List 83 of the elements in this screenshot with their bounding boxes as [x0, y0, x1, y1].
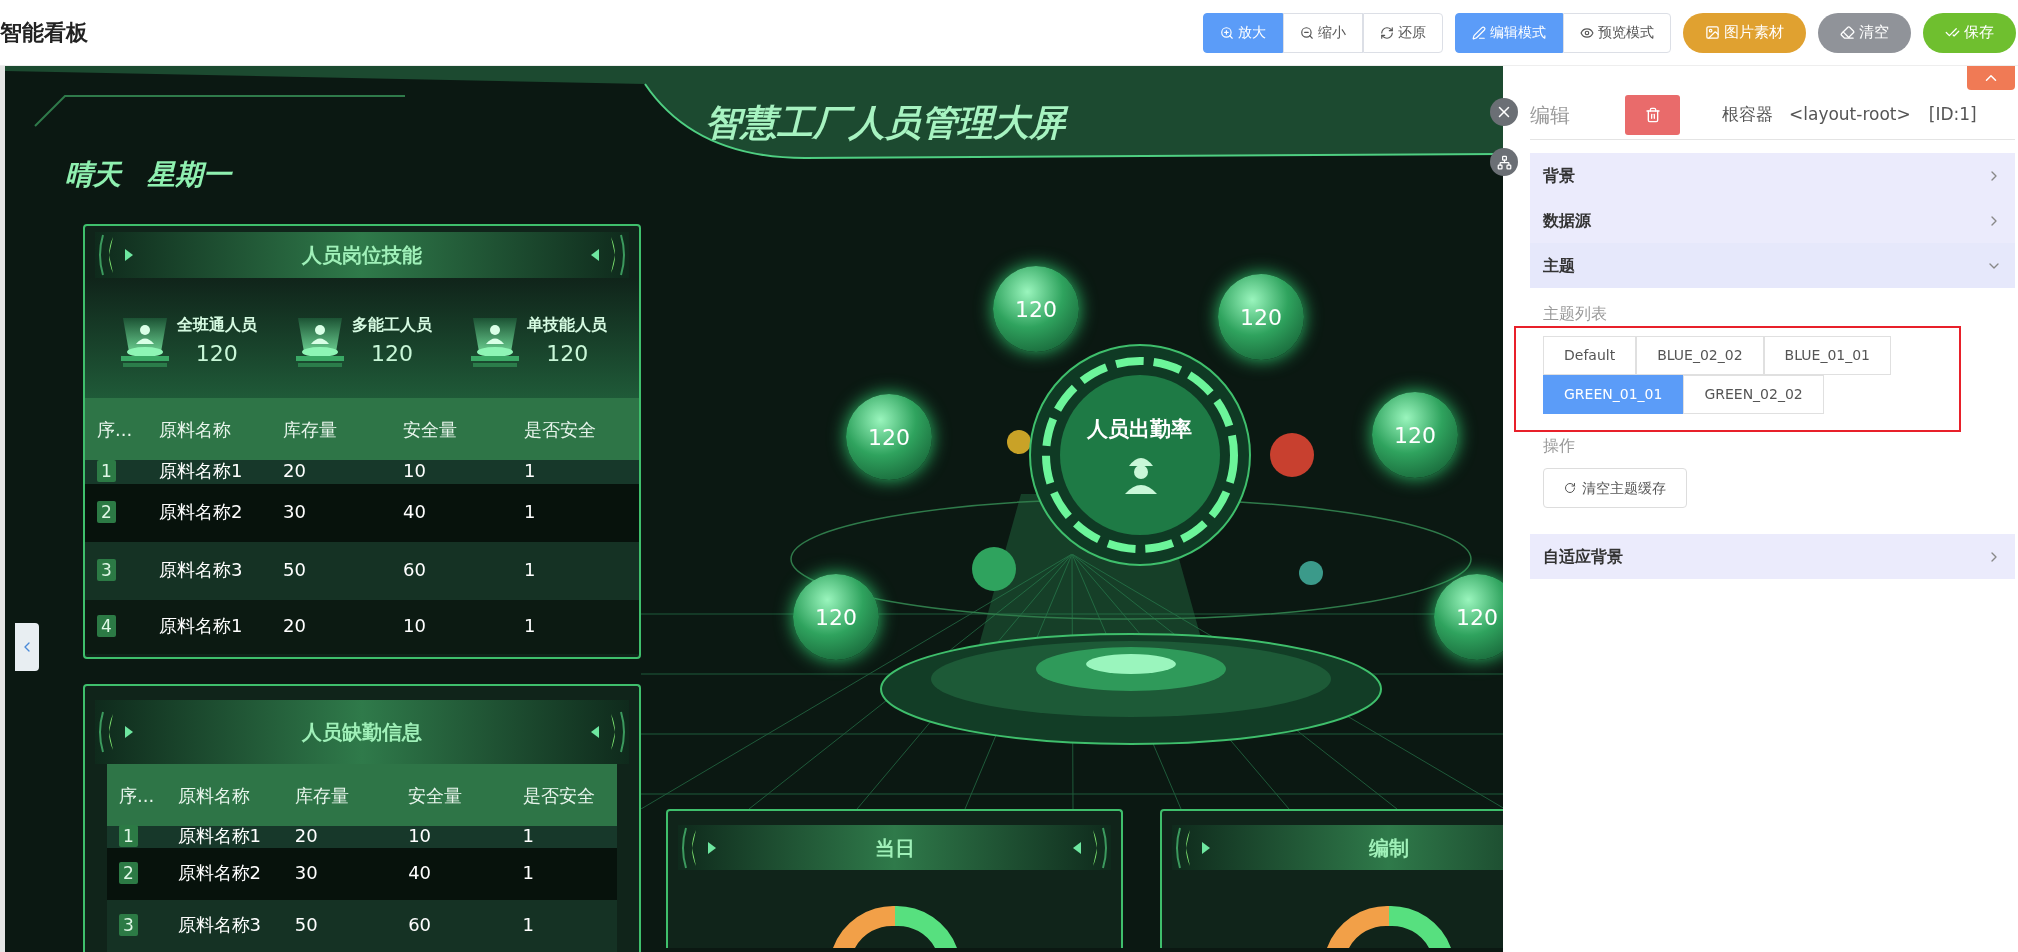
- table-cell: 10: [403, 615, 426, 636]
- table-cell: 30: [283, 501, 306, 522]
- accordion-header[interactable]: 背景: [1530, 153, 2015, 198]
- stat-value: 120: [371, 340, 413, 368]
- accordion-header[interactable]: 数据源: [1530, 198, 2015, 243]
- theme-option[interactable]: Default: [1543, 336, 1637, 375]
- column-header: 是否安全: [524, 417, 597, 442]
- value-bubble: 120: [1218, 274, 1304, 360]
- target-name: 根容器: [1722, 102, 1773, 126]
- ops-label: 操作: [1543, 435, 1576, 457]
- stat-value: 120: [195, 340, 238, 368]
- row-number: 2: [97, 501, 116, 523]
- table-cell: 10: [408, 825, 432, 846]
- accordion-header[interactable]: 主题: [1530, 243, 2015, 288]
- table-cell: 原料名称2: [159, 501, 243, 522]
- table-cell: 1: [524, 460, 536, 481]
- toolbar-button[interactable]: 预览模式: [1563, 12, 1671, 53]
- column-header: 原料名称: [177, 783, 251, 808]
- column-header: 安全量: [403, 417, 458, 442]
- stat-label: 多能工人员: [352, 314, 432, 336]
- row-number: 3: [97, 559, 116, 581]
- stat-label: 单技能人员: [527, 314, 608, 336]
- toolbar-button[interactable]: 缩小: [1283, 12, 1363, 53]
- clear-cache-button[interactable]: 清空主题缓存: [1543, 468, 1687, 508]
- panel-title: 当日: [874, 834, 915, 862]
- table-cell: 原料名称3: [159, 559, 243, 580]
- accordion-header[interactable]: 自适应背景: [1530, 534, 2015, 579]
- table-cell: 1: [522, 914, 534, 935]
- panel-title: 人员缺勤信息: [302, 719, 422, 746]
- table-cell: 1: [524, 615, 536, 636]
- row-number: 4: [97, 615, 116, 637]
- table-cell: 50: [294, 914, 318, 935]
- theme-option[interactable]: BLUE_02_02: [1636, 336, 1764, 375]
- stat-label: 全班通人员: [176, 314, 257, 336]
- row-number: 1: [119, 825, 138, 847]
- editor-heading: 编辑: [1530, 101, 1571, 129]
- table-cell: 原料名称1: [159, 460, 243, 481]
- target-id: [ID:1]: [1928, 102, 1977, 126]
- table-cell: 40: [408, 862, 432, 883]
- table-cell: 60: [403, 559, 426, 580]
- row-number: 2: [119, 862, 138, 884]
- table-cell: 原料名称3: [177, 914, 262, 935]
- table-cell: 原料名称1: [177, 825, 262, 846]
- table-cell: 50: [283, 559, 306, 580]
- hub-label: 人员出勤率: [1087, 416, 1192, 443]
- table-cell: 1: [524, 559, 536, 580]
- column-header: 序...: [119, 783, 156, 808]
- table-cell: 60: [408, 914, 432, 935]
- panel-title: 编制: [1368, 834, 1409, 862]
- column-header: 原料名称: [159, 417, 232, 442]
- row-number: 3: [119, 914, 138, 936]
- theme-list-label: 主题列表: [1543, 303, 1608, 325]
- weather-text: 晴天: [65, 157, 121, 193]
- table-cell: 原料名称1: [159, 615, 243, 636]
- toolbar-button[interactable]: 还原: [1363, 12, 1443, 53]
- table-cell: 40: [403, 501, 426, 522]
- table-cell: 1: [524, 501, 536, 522]
- column-header: 库存量: [294, 783, 350, 808]
- table-cell: 20: [294, 825, 318, 846]
- weekday-text: 星期一: [147, 157, 231, 193]
- column-header: 序...: [97, 417, 134, 442]
- value-bubble: 120: [1434, 574, 1503, 660]
- column-header: 安全量: [408, 783, 464, 808]
- column-header: 是否安全: [522, 783, 596, 808]
- value-bubble: 120: [993, 266, 1079, 352]
- stat-value: 120: [546, 340, 589, 368]
- table-cell: 30: [294, 862, 318, 883]
- target-tag: <layout-root>: [1789, 101, 1911, 128]
- table-cell: 10: [403, 460, 426, 481]
- table-cell: 1: [522, 825, 534, 846]
- row-number: 1: [97, 460, 116, 482]
- table-cell: 20: [283, 460, 306, 481]
- table-cell: 1: [522, 862, 534, 883]
- value-bubble: 120: [1372, 392, 1458, 478]
- value-bubble: 120: [846, 394, 932, 480]
- panel-title: 人员岗位技能: [302, 242, 422, 269]
- theme-option[interactable]: GREEN_02_02: [1683, 375, 1824, 414]
- table-cell: 原料名称2: [177, 862, 262, 883]
- theme-option[interactable]: BLUE_01_01: [1763, 336, 1892, 375]
- value-bubble: 120: [793, 574, 879, 660]
- column-header: 库存量: [283, 417, 338, 442]
- table-cell: 20: [283, 615, 306, 636]
- app-title: 智能看板: [0, 19, 88, 47]
